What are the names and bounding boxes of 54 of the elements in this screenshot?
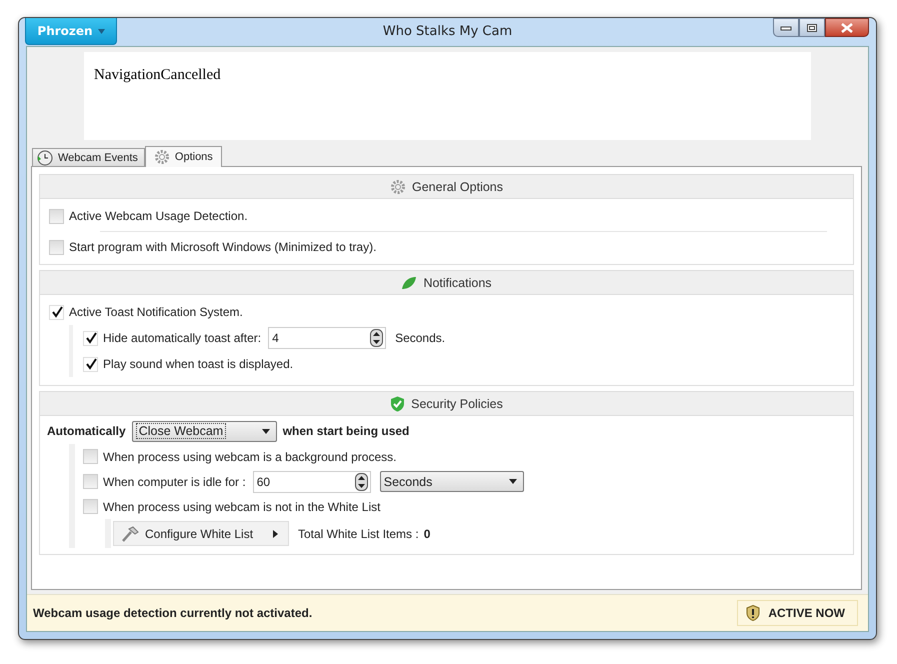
option-label: Active Webcam Usage Detection.	[69, 209, 248, 223]
caret-icon	[262, 428, 270, 434]
section-title: Security Policies	[411, 396, 503, 410]
option-label: When computer is idle for :	[103, 474, 246, 488]
active-now-button[interactable]: ACTIVE NOW	[737, 600, 858, 626]
shield-warning-icon	[746, 605, 760, 621]
maximize-button[interactable]	[799, 18, 825, 37]
caret-icon	[508, 479, 517, 484]
checkbox[interactable]	[83, 449, 98, 464]
checkbox[interactable]	[83, 330, 98, 346]
window-title: Who Stalks My Cam	[382, 24, 512, 39]
option-label: When process using webcam is not in the White List	[103, 500, 380, 514]
minimize-button[interactable]	[773, 18, 799, 37]
spinner-arrows-icon	[370, 329, 384, 347]
close-icon	[840, 22, 854, 32]
status-message: Webcam usage detection currently not activated.	[33, 606, 312, 620]
option-label: Start program with Microsoft Windows (Minimized to tray).	[69, 240, 376, 254]
tab[interactable]: Options	[144, 146, 222, 167]
tab[interactable]: Webcam Events	[32, 148, 145, 166]
spinner-arrows-icon	[354, 472, 368, 490]
arrow-right-icon	[273, 530, 278, 538]
gear-icon	[390, 178, 406, 194]
action-dropdown[interactable]: Close Webcam	[132, 420, 277, 442]
clock-icon	[37, 150, 53, 166]
list-total-label: Total White List Items :	[298, 526, 419, 540]
section-title: Notifications	[423, 276, 492, 290]
section-title: General Options	[412, 180, 504, 194]
minimize-icon	[780, 24, 792, 30]
policy-suffix: when start being used	[282, 424, 410, 438]
option-label: Active Toast Notification System.	[69, 305, 243, 319]
caret-icon	[98, 28, 105, 34]
checkbox[interactable]	[83, 356, 98, 372]
checkbox[interactable]	[49, 208, 64, 224]
number-field[interactable]: 60	[252, 470, 371, 492]
close-button[interactable]	[825, 18, 869, 37]
checkbox[interactable]	[49, 304, 64, 320]
checkbox[interactable]	[83, 499, 98, 514]
number-field[interactable]: 4	[268, 327, 386, 349]
gear-icon	[154, 149, 170, 165]
maximize-icon	[806, 22, 818, 32]
checkbox[interactable]	[83, 474, 98, 489]
option-label: Hide automatically toast after:	[103, 331, 262, 345]
unit-label: Seconds.	[395, 331, 446, 345]
unit-dropdown[interactable]: Seconds	[380, 471, 524, 492]
checkbox[interactable]	[49, 240, 64, 254]
navigation-message: NavigationCancelled	[94, 67, 221, 83]
option-label: Play sound when toast is displayed.	[103, 357, 294, 371]
option-label: When process using webcam is a background process.	[103, 450, 396, 464]
leaf-icon	[401, 276, 418, 290]
list-total-value: 0	[424, 526, 430, 540]
configure-list-button[interactable]: Configure White List	[113, 521, 289, 546]
hammer-icon	[121, 526, 139, 542]
shield-check-icon	[390, 396, 406, 412]
policy-prefix: Automatically	[47, 424, 126, 438]
